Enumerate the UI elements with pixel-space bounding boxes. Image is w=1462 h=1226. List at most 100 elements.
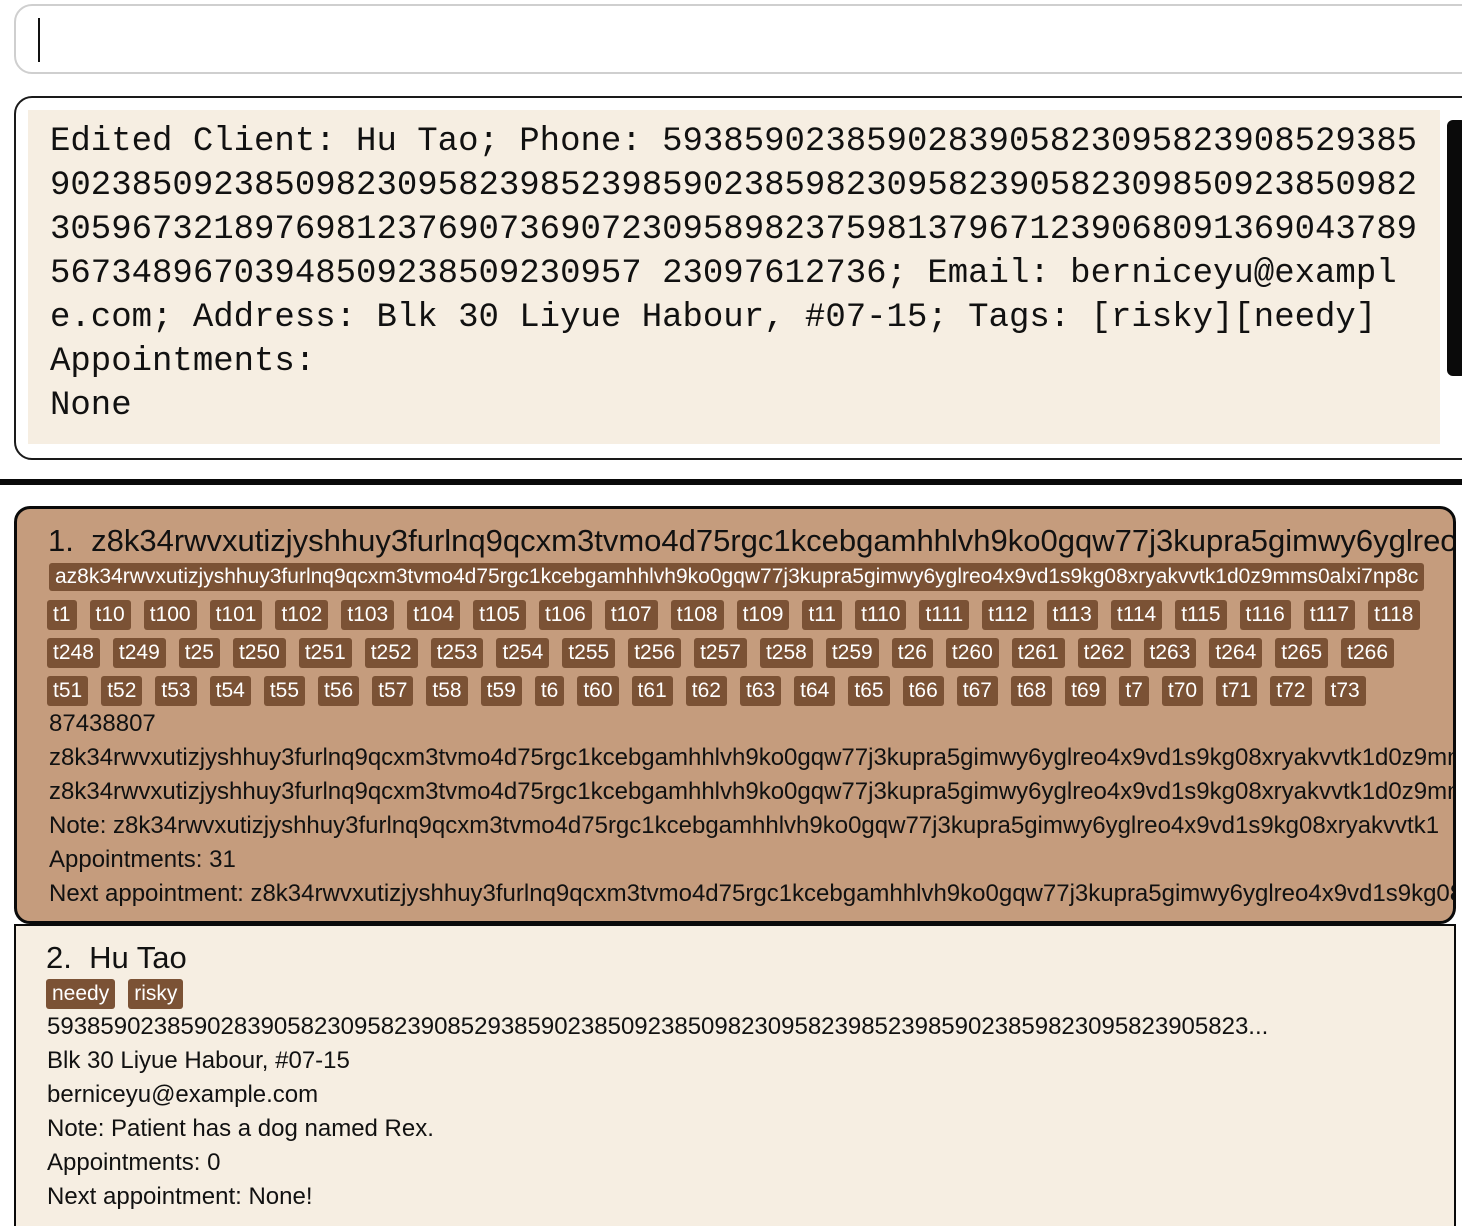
client-card[interactable]: 2. Hu Tao needy risky 5938590238590283905…: [14, 924, 1456, 1226]
tag: t25: [178, 638, 220, 668]
client-email: berniceyu@example.com: [47, 1081, 319, 1108]
tag: t65: [848, 676, 890, 706]
tag: t263: [1143, 638, 1197, 668]
result-display: Edited Client: Hu Tao; Phone: 5938590238…: [14, 96, 1462, 460]
tag: t6: [534, 676, 565, 706]
tag: t102: [275, 600, 329, 630]
tag: t104: [407, 600, 461, 630]
client-next-appointment: Next appointment: None!: [47, 1183, 313, 1210]
client-index: 1.: [48, 523, 74, 558]
client-name: z8k34rwvxutizjyshhuy3furlnq9qcxm3tvmo4d7…: [91, 523, 1456, 558]
tag: t252: [364, 638, 418, 668]
client-title: 2. Hu Tao: [46, 940, 187, 976]
tag: t64: [794, 676, 836, 706]
text-caret: [38, 18, 40, 62]
result-message: Edited Client: Hu Tao; Phone: 5938590238…: [50, 123, 1418, 425]
tag: t57: [372, 676, 414, 706]
tag: t10: [89, 600, 131, 630]
tag: t116: [1239, 600, 1291, 630]
client-phone: 5938590238590283905823095823908529385902…: [47, 1013, 1269, 1040]
tag: t51: [47, 676, 89, 706]
tag: t71: [1216, 676, 1258, 706]
tag: t107: [604, 600, 658, 630]
client-name: Hu Tao: [89, 940, 187, 975]
tag-row: needy risky: [46, 979, 196, 1009]
tag: t106: [538, 600, 592, 630]
tag: t256: [628, 638, 682, 668]
tag: t60: [577, 676, 619, 706]
command-input[interactable]: [14, 4, 1462, 74]
tag: t118: [1368, 600, 1420, 630]
tag-long: az8k34rwvxutizjyshhuy3furlnq9qcxm3tvmo4d…: [49, 563, 1425, 591]
tag: t55: [263, 676, 306, 706]
tag: t59: [480, 676, 522, 706]
tag: t103: [341, 600, 395, 630]
tag: t62: [685, 676, 727, 706]
client-index: 2.: [46, 940, 72, 975]
tag: t117: [1303, 600, 1356, 630]
client-appointments: Appointments: 0: [47, 1149, 221, 1176]
tag: t54: [209, 676, 251, 706]
tag: needy: [46, 979, 116, 1009]
tag: t253: [430, 638, 484, 668]
tag: t7: [1119, 676, 1149, 706]
tag: t100: [143, 600, 197, 630]
panel-divider[interactable]: [0, 479, 1462, 485]
tag: t70: [1161, 676, 1204, 706]
client-next-appointment: Next appointment: z8k34rwvxutizjyshhuy3f…: [49, 880, 1456, 907]
client-note: Note: Patient has a dog named Rex.: [47, 1115, 434, 1142]
tag: t265: [1275, 638, 1329, 668]
client-address: Blk 30 Liyue Habour, #07-15: [47, 1047, 350, 1074]
tag-row: t248 t249 t25 t250 t251 t252 t253 t254 t255 t256 t…: [47, 638, 1407, 668]
tag: t61: [631, 676, 673, 706]
tag: t53: [155, 676, 197, 706]
tag: t113: [1046, 600, 1098, 630]
tag: t114: [1110, 600, 1163, 630]
tag: t105: [473, 600, 526, 630]
tag: t109: [736, 600, 790, 630]
tag: t266: [1341, 638, 1395, 668]
tag: t66: [902, 676, 944, 706]
tag: t63: [739, 676, 782, 706]
tag: t26: [891, 638, 933, 668]
tag: t261: [1011, 638, 1065, 668]
tag: t248: [47, 638, 100, 668]
tag: t257: [694, 638, 747, 668]
tag: t251: [298, 638, 352, 668]
client-email: z8k34rwvxutizjyshhuy3furlnq9qcxm3tvmo4d7…: [49, 778, 1456, 805]
client-address: z8k34rwvxutizjyshhuy3furlnq9qcxm3tvmo4d7…: [49, 744, 1456, 771]
tag: t56: [318, 676, 360, 706]
tag: t249: [112, 638, 166, 668]
tag: t112: [982, 600, 1034, 630]
client-appointments: Appointments: 31: [49, 846, 236, 873]
tag: t108: [670, 600, 724, 630]
client-note: Note: z8k34rwvxutizjyshhuy3furlnq9qcxm3t…: [49, 812, 1440, 839]
tag: t72: [1270, 676, 1312, 706]
tag: t259: [825, 638, 879, 668]
client-card-selected[interactable]: 1. z8k34rwvxutizjyshhuy3furlnq9qcxm3tvmo…: [14, 506, 1456, 924]
tag: t115: [1175, 600, 1227, 630]
tag: t111: [919, 600, 970, 630]
result-display-body[interactable]: Edited Client: Hu Tao; Phone: 5938590238…: [28, 110, 1440, 444]
tag: t255: [562, 638, 616, 668]
tag: t68: [1010, 676, 1053, 706]
tag: t11: [802, 600, 843, 630]
tag-row: t51 t52 t53 t54 t55 t56 t57 t58 t59 t6 t60 t61 t62 t6…: [47, 676, 1379, 706]
tag: t101: [209, 600, 263, 630]
tag: t264: [1209, 638, 1263, 668]
tag: t250: [232, 638, 286, 668]
tag: t262: [1077, 638, 1131, 668]
tag: t260: [945, 638, 999, 668]
tag: t73: [1324, 676, 1366, 706]
tag: t58: [426, 676, 468, 706]
tag: risky: [128, 979, 184, 1009]
tag: t1: [47, 600, 77, 630]
client-title: 1. z8k34rwvxutizjyshhuy3furlnq9qcxm3tvmo…: [48, 523, 1456, 559]
tag: t52: [101, 676, 143, 706]
tag-row: t1 t10 t100 t101 t102 t103 t104 t105 t106 t107 t10…: [47, 600, 1433, 630]
tag: t110: [855, 600, 907, 630]
tag: t69: [1065, 676, 1107, 706]
tag: t67: [956, 676, 998, 706]
client-phone: 87438807: [49, 710, 156, 737]
result-scrollbar[interactable]: [1447, 120, 1462, 376]
